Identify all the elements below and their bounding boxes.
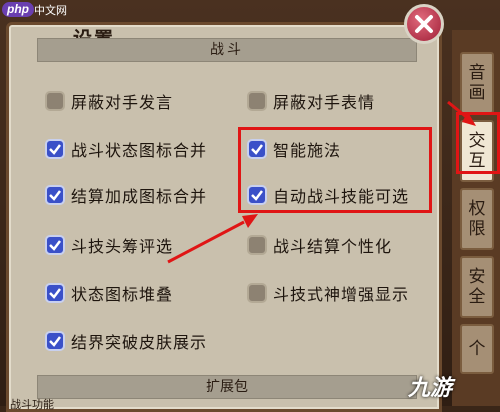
section-header-battle: 战斗: [37, 38, 417, 62]
watermark-logo: php: [2, 2, 34, 17]
footer-text: 战斗功能: [10, 398, 54, 411]
checkbox[interactable]: [45, 235, 65, 255]
checkbox[interactable]: [45, 139, 65, 159]
option-battle-settlement-personalize[interactable]: 战斗结算个性化: [247, 231, 392, 259]
option-label: 斗技头筹评选: [71, 237, 174, 256]
checkbox[interactable]: [45, 283, 65, 303]
option-label: 结算加成图标合并: [71, 187, 208, 206]
option-realm-breakthrough-skin[interactable]: 结界突破皮肤展示: [45, 327, 207, 355]
side-tab-bar: 音 画 交 互 权 限 安 全 个: [452, 30, 500, 406]
tab-label: 互: [468, 151, 486, 171]
option-duel-top-pick[interactable]: 斗技头筹评选: [45, 231, 173, 259]
check-icon: [49, 240, 61, 251]
section-header-extension: 扩展包: [37, 375, 417, 399]
tab-label: 画: [468, 83, 486, 103]
option-block-opponent-emote[interactable]: 屏蔽对手表情: [247, 87, 375, 115]
watermark-text: 中文网: [34, 4, 67, 17]
option-label: 战斗状态图标合并: [71, 141, 208, 160]
option-label: 状态图标堆叠: [71, 285, 174, 304]
option-auto-battle-skill-select[interactable]: 自动战斗技能可选: [247, 181, 409, 209]
option-merge-settlement-icons[interactable]: 结算加成图标合并: [45, 181, 207, 209]
check-icon: [251, 190, 263, 201]
checkbox[interactable]: [45, 185, 65, 205]
tab-label: 权: [468, 199, 486, 219]
option-duel-shikigami-enhance[interactable]: 斗技式神增强显示: [247, 279, 409, 307]
option-label: 屏蔽对手表情: [273, 93, 376, 112]
checkbox[interactable]: [247, 283, 267, 303]
tab-interaction[interactable]: 交 互: [460, 120, 494, 182]
tab-security[interactable]: 安 全: [460, 256, 494, 318]
option-label: 智能施法: [273, 141, 342, 160]
tab-permissions[interactable]: 权 限: [460, 188, 494, 250]
tab-personal[interactable]: 个: [460, 324, 494, 374]
check-icon: [49, 336, 61, 347]
option-label: 结界突破皮肤展示: [71, 333, 208, 352]
corner-logo: 九游: [408, 376, 453, 401]
close-button[interactable]: [404, 4, 444, 44]
tab-label: 交: [468, 131, 486, 151]
check-icon: [49, 288, 61, 299]
option-label: 自动战斗技能可选: [273, 187, 410, 206]
check-icon: [251, 144, 263, 155]
option-block-opponent-chat[interactable]: 屏蔽对手发言: [45, 87, 173, 115]
check-icon: [49, 190, 61, 201]
option-label: 屏蔽对手发言: [71, 93, 174, 112]
tab-label: 个: [468, 339, 486, 359]
checkbox[interactable]: [247, 235, 267, 255]
option-merge-battle-status-icons[interactable]: 战斗状态图标合并: [45, 135, 207, 163]
tab-label: 全: [468, 287, 486, 307]
option-label: 战斗结算个性化: [273, 237, 393, 256]
checkbox[interactable]: [247, 91, 267, 111]
option-label: 斗技式神增强显示: [273, 285, 410, 304]
option-smart-cast[interactable]: 智能施法: [247, 135, 341, 163]
tab-label: 音: [468, 63, 486, 83]
tab-label: 限: [468, 219, 486, 239]
checkbox[interactable]: [45, 331, 65, 351]
option-stack-status-icons[interactable]: 状态图标堆叠: [45, 279, 173, 307]
checkbox[interactable]: [45, 91, 65, 111]
checkbox[interactable]: [247, 185, 267, 205]
tab-audio-visual[interactable]: 音 画: [460, 52, 494, 114]
close-icon: [415, 15, 433, 33]
checkbox[interactable]: [247, 139, 267, 159]
settings-panel: 设置 战斗 屏蔽对手发言 屏蔽对手表情 战斗状态图标合并 智能施法 结算加成图标…: [6, 22, 442, 412]
check-icon: [49, 144, 61, 155]
tab-label: 安: [468, 267, 486, 287]
